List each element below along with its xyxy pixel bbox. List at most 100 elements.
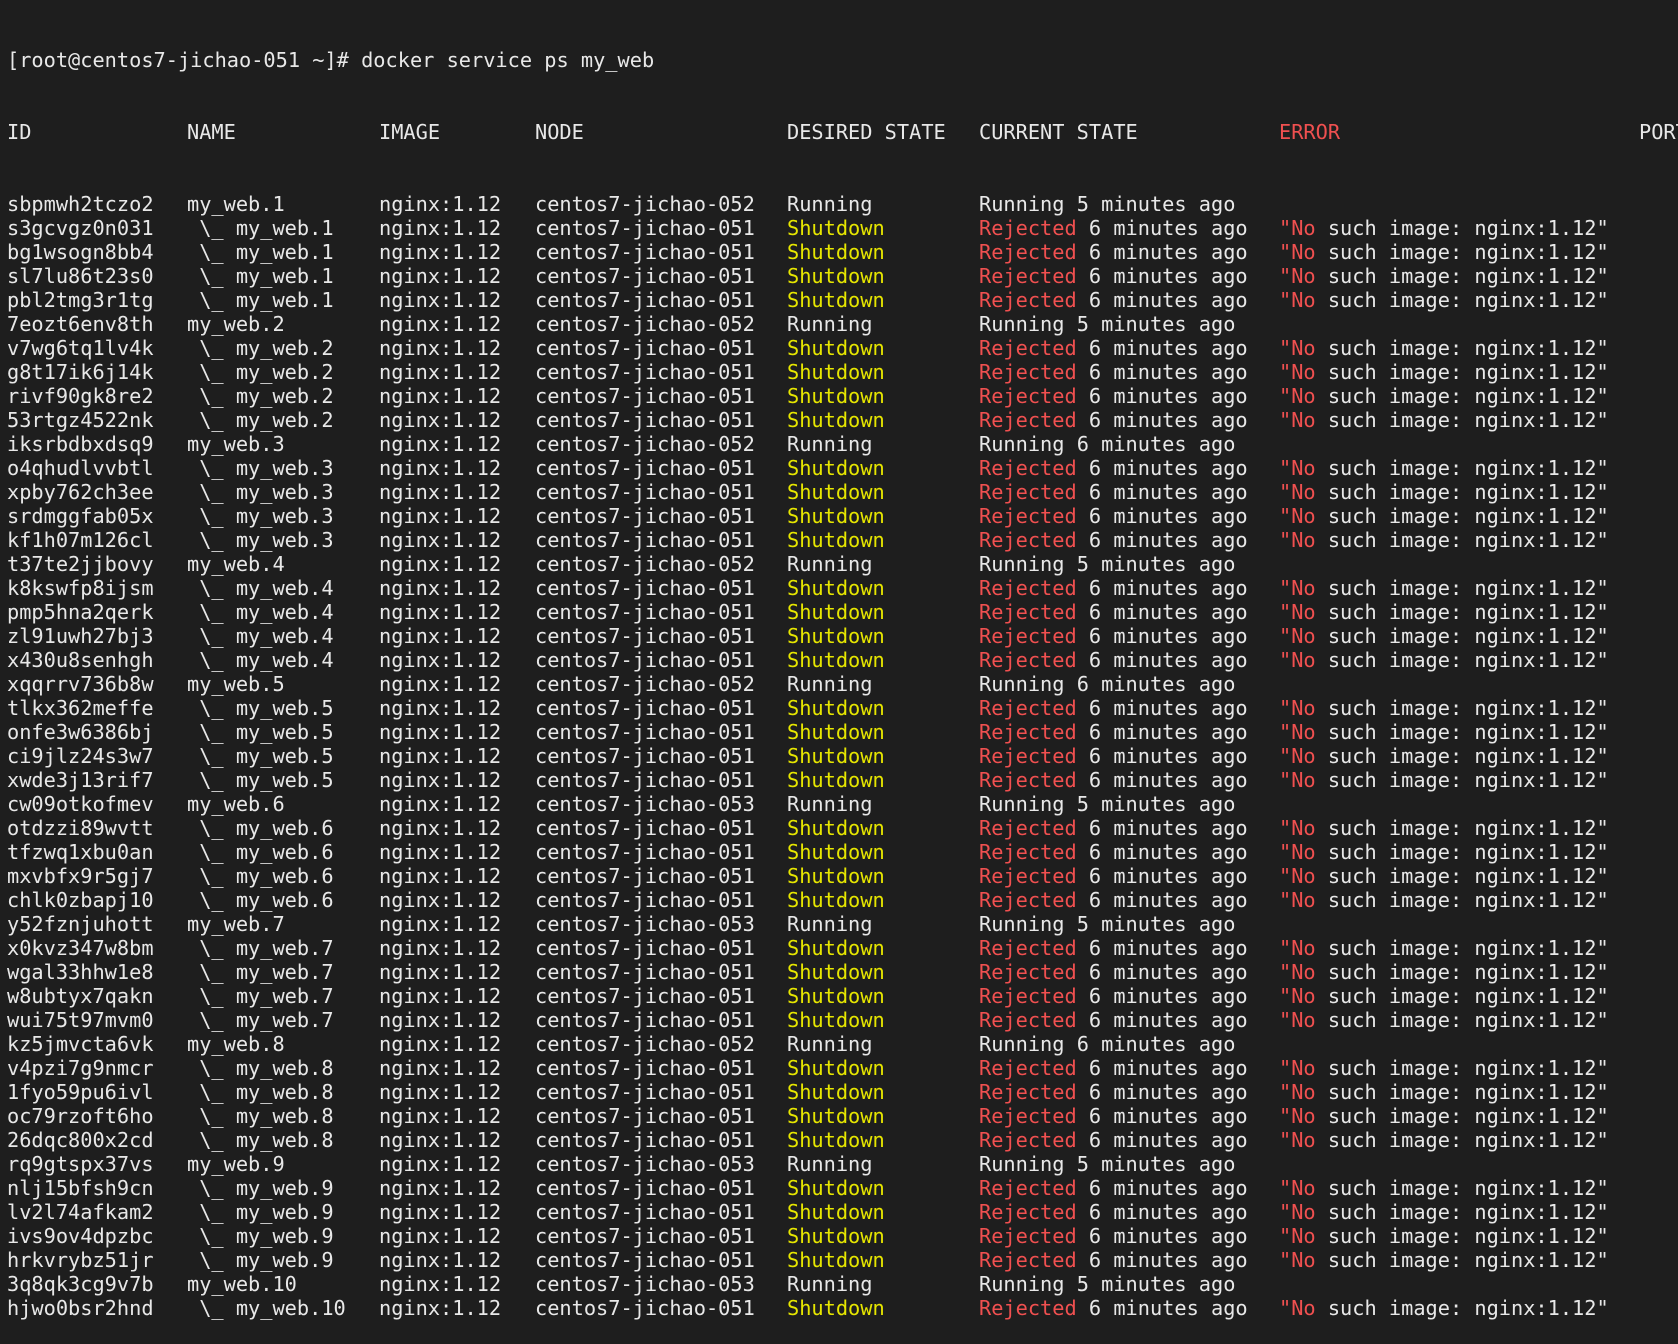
task-id: 26dqc800x2cd	[7, 1128, 154, 1152]
task-id: 3q8qk3cg9v7b	[7, 1272, 154, 1296]
error-prefix: "No	[1279, 1128, 1316, 1152]
task-id: rivf90gk8re2	[7, 384, 154, 408]
task-name: \_ my_web.3	[187, 504, 334, 528]
task-node: centos7-jichao-051	[535, 648, 755, 672]
task-node: centos7-jichao-051	[535, 264, 755, 288]
task-error: "No such image: nginx:1.12"	[1279, 1056, 1609, 1080]
task-error: "No such image: nginx:1.12"	[1279, 240, 1609, 264]
task-image: nginx:1.12	[379, 1200, 502, 1224]
task-name: \_ my_web.8	[187, 1104, 334, 1128]
task-id: lv2l74afkam2	[7, 1200, 154, 1224]
task-id: tlkx362meffe	[7, 696, 154, 720]
current-state-status: Rejected	[979, 1104, 1077, 1128]
task-id: tfzwq1xbu0an	[7, 840, 154, 864]
task-image: nginx:1.12	[379, 648, 502, 672]
task-name: \_ my_web.6	[187, 864, 334, 888]
error-prefix: "No	[1279, 936, 1316, 960]
task-node: centos7-jichao-052	[535, 432, 755, 456]
task-name: \_ my_web.2	[187, 384, 334, 408]
task-id: w8ubtyx7qakn	[7, 984, 154, 1008]
current-state: Rejected 6 minutes ago	[979, 384, 1248, 408]
task-id: 7eozt6env8th	[7, 312, 154, 336]
current-state-status: Running	[979, 672, 1065, 696]
task-id: pbl2tmg3r1tg	[7, 288, 154, 312]
task-row: g8t17ik6j14k \_ my_web.2 nginx:1.12 centos…	[7, 360, 1678, 384]
current-state-since: 6 minutes ago	[1088, 384, 1248, 408]
current-state: Running 6 minutes ago	[979, 672, 1235, 696]
current-state-since: 6 minutes ago	[1076, 672, 1236, 696]
current-state-since: 6 minutes ago	[1088, 720, 1248, 744]
task-error: "No such image: nginx:1.12"	[1279, 1080, 1609, 1104]
task-name: my_web.6	[187, 792, 285, 816]
task-image: nginx:1.12	[379, 600, 502, 624]
task-image: nginx:1.12	[379, 432, 502, 456]
task-row: hrkvrybz51jr \_ my_web.9 nginx:1.12 centos…	[7, 1248, 1678, 1272]
task-node: centos7-jichao-051	[535, 528, 755, 552]
task-id: y52fznjuhott	[7, 912, 154, 936]
error-prefix: "No	[1279, 216, 1316, 240]
task-name: \_ my_web.2	[187, 336, 334, 360]
task-image: nginx:1.12	[379, 936, 502, 960]
current-state-status: Rejected	[979, 1296, 1077, 1320]
desired-state: Shutdown	[787, 840, 885, 864]
task-id: oc79rzoft6ho	[7, 1104, 154, 1128]
current-state: Running 5 minutes ago	[979, 912, 1235, 936]
task-id: xpby762ch3ee	[7, 480, 154, 504]
current-state-status: Running	[979, 1152, 1065, 1176]
current-state: Rejected 6 minutes ago	[979, 240, 1248, 264]
current-state-since: 5 minutes ago	[1076, 552, 1236, 576]
current-state: Rejected 6 minutes ago	[979, 360, 1248, 384]
desired-state: Shutdown	[787, 984, 885, 1008]
task-image: nginx:1.12	[379, 768, 502, 792]
task-error: "No such image: nginx:1.12"	[1279, 936, 1609, 960]
task-name: \_ my_web.2	[187, 360, 334, 384]
current-state-since: 6 minutes ago	[1088, 480, 1248, 504]
task-row: ivs9ov4dpzbc \_ my_web.9 nginx:1.12 centos…	[7, 1224, 1678, 1248]
task-row: tfzwq1xbu0an \_ my_web.6 nginx:1.12 centos…	[7, 840, 1678, 864]
task-node: centos7-jichao-051	[535, 624, 755, 648]
desired-state: Running	[787, 192, 873, 216]
task-error: "No such image: nginx:1.12"	[1279, 600, 1609, 624]
task-error: "No such image: nginx:1.12"	[1279, 1248, 1609, 1272]
current-state: Rejected 6 minutes ago	[979, 840, 1248, 864]
desired-state: Shutdown	[787, 480, 885, 504]
desired-state: Shutdown	[787, 648, 885, 672]
task-image: nginx:1.12	[379, 960, 502, 984]
error-prefix: "No	[1279, 744, 1316, 768]
error-prefix: "No	[1279, 1176, 1316, 1200]
desired-state: Shutdown	[787, 864, 885, 888]
task-name: \_ my_web.9	[187, 1200, 334, 1224]
current-state-since: 6 minutes ago	[1088, 576, 1248, 600]
desired-state: Shutdown	[787, 336, 885, 360]
current-state: Rejected 6 minutes ago	[979, 984, 1248, 1008]
error-prefix: "No	[1279, 1248, 1316, 1272]
desired-state: Shutdown	[787, 1056, 885, 1080]
task-id: rq9gtspx37vs	[7, 1152, 154, 1176]
task-row: chlk0zbapj10 \_ my_web.6 nginx:1.12 centos…	[7, 888, 1678, 912]
current-state-status: Rejected	[979, 576, 1077, 600]
current-state-since: 6 minutes ago	[1088, 336, 1248, 360]
current-state-status: Rejected	[979, 216, 1077, 240]
task-name: \_ my_web.1	[187, 264, 334, 288]
current-state: Rejected 6 minutes ago	[979, 936, 1248, 960]
current-state: Running 5 minutes ago	[979, 312, 1235, 336]
current-state-status: Running	[979, 1032, 1065, 1056]
task-id: t37te2jjbovy	[7, 552, 154, 576]
terminal-window[interactable]: [root@centos7-jichao-051 ~]# docker serv…	[0, 0, 1678, 1320]
current-state-since: 5 minutes ago	[1076, 1272, 1236, 1296]
desired-state: Shutdown	[787, 1248, 885, 1272]
task-row: zl91uwh27bj3 \_ my_web.4 nginx:1.12 centos…	[7, 624, 1678, 648]
task-id: iksrbdbxdsq9	[7, 432, 154, 456]
task-node: centos7-jichao-051	[535, 888, 755, 912]
error-prefix: "No	[1279, 1224, 1316, 1248]
task-name: my_web.2	[187, 312, 285, 336]
task-error: "No such image: nginx:1.12"	[1279, 744, 1609, 768]
current-state-status: Running	[979, 432, 1065, 456]
task-row: kz5jmvcta6vk my_web.8 nginx:1.12 centos7-ji…	[7, 1032, 1678, 1056]
task-id: cw09otkofmev	[7, 792, 154, 816]
task-node: centos7-jichao-051	[535, 768, 755, 792]
task-row: kf1h07m126cl \_ my_web.3 nginx:1.12 centos…	[7, 528, 1678, 552]
task-row: hjwo0bsr2hnd \_ my_web.10 nginx:1.12 cento…	[7, 1296, 1678, 1320]
error-prefix: "No	[1279, 360, 1316, 384]
task-row: x0kvz347w8bm \_ my_web.7 nginx:1.12 centos…	[7, 936, 1678, 960]
